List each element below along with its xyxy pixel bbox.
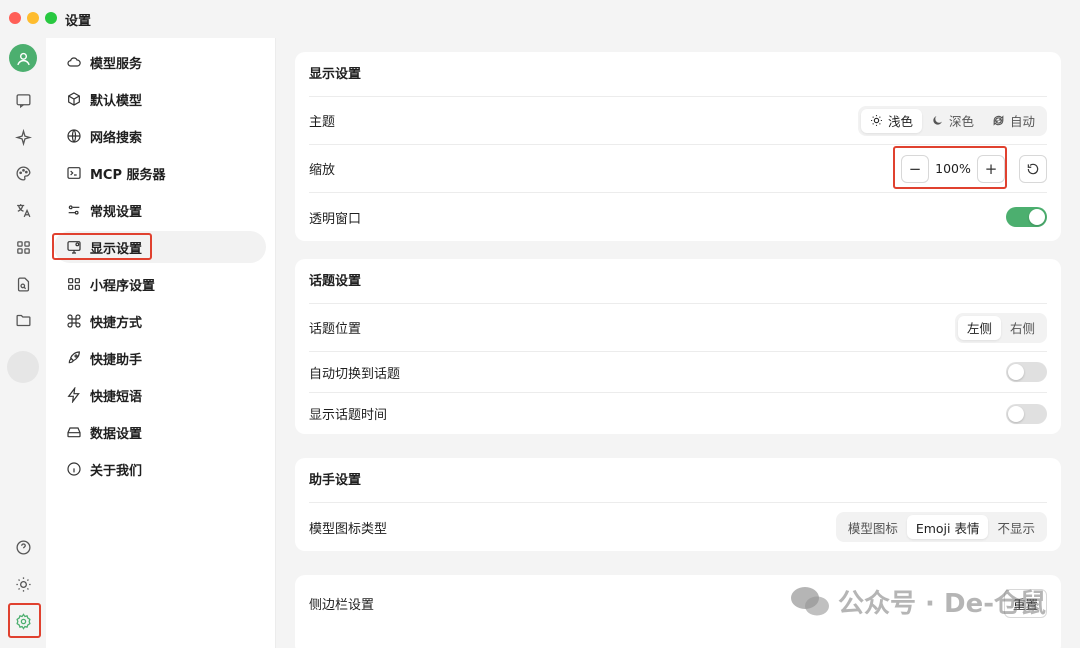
sidebar-item-default-model[interactable]: 默认模型 (54, 83, 266, 115)
close-window-button[interactable] (9, 12, 21, 24)
theme-segmented-control: 浅色 深色 自动 (857, 105, 1047, 136)
icon-type-none[interactable]: 不显示 (988, 515, 1044, 539)
info-icon (67, 462, 81, 476)
row-label: 透明窗口 (309, 211, 362, 227)
display-settings-card: 显示设置 主题 浅色 深色 自动 缩放 − 100% + 透明窗口 (295, 52, 1061, 241)
reset-icon (1027, 163, 1039, 174)
watermark: 公众号 · De-仓鼠 (790, 583, 1046, 620)
bolt-icon (67, 387, 80, 403)
topic-position-row: 话题位置 左侧 右侧 (309, 304, 1047, 352)
translate-icon[interactable] (9, 196, 37, 224)
transparent-window-toggle[interactable] (1006, 207, 1047, 227)
sparkle-icon[interactable] (9, 123, 37, 151)
theme-option-light[interactable]: 浅色 (860, 108, 922, 133)
sidebar-item-about[interactable]: 关于我们 (54, 453, 266, 485)
sidebar-item-shortcuts[interactable]: 快捷方式 (54, 305, 266, 337)
sidebar-item-label: 关于我们 (90, 463, 143, 479)
zoom-row: 缩放 − 100% + (309, 145, 1047, 193)
display-settings-highlight-box (52, 233, 152, 260)
sidebar-item-label: 快捷方式 (90, 315, 143, 331)
topic-position-right[interactable]: 右侧 (1001, 316, 1044, 340)
mini-app-placeholder[interactable] (7, 351, 39, 383)
doc-search-icon[interactable] (9, 270, 37, 298)
icon-rail (0, 38, 46, 648)
theme-option-auto[interactable]: 自动 (983, 109, 1044, 133)
sidebar-item-mini-app-settings[interactable]: 小程序设置 (54, 268, 266, 300)
palette-icon[interactable] (9, 159, 37, 187)
help-icon[interactable] (9, 533, 37, 561)
window-title: 设置 (65, 14, 92, 29)
show-topic-time-toggle[interactable] (1006, 403, 1047, 424)
minimize-window-button[interactable] (27, 12, 39, 24)
apps-grid-icon (68, 278, 80, 290)
row-label: 主题 (309, 115, 336, 130)
rocket-icon (68, 351, 80, 364)
sidebar-item-general-settings[interactable]: 常规设置 (54, 194, 266, 226)
transparent-window-row: 透明窗口 (309, 193, 1047, 241)
globe-icon (67, 129, 81, 143)
sidebar-item-label: 数据设置 (90, 426, 143, 442)
sun-icon (871, 115, 882, 126)
row-label: 显示话题时间 (309, 408, 388, 423)
theme-row: 主题 浅色 深色 自动 (309, 97, 1047, 145)
sidebar-item-label: 小程序设置 (90, 278, 156, 294)
settings-content: 显示设置 主题 浅色 深色 自动 缩放 − 100% + 透明窗口 话题设置 话… (276, 38, 1080, 648)
sidebar-item-data-settings[interactable]: 数据设置 (54, 416, 266, 448)
sidebar-item-quick-assistant[interactable]: 快捷助手 (54, 342, 266, 374)
sidebar-item-label: 快捷助手 (90, 352, 143, 368)
zoom-control: − 100% + (893, 145, 1047, 189)
sidebar-item-label: 快捷短语 (90, 389, 143, 405)
sidebar-item-label: 模型服务 (90, 56, 143, 72)
topic-position-segmented-control: 左侧 右侧 (954, 312, 1047, 343)
moon-icon (933, 116, 942, 125)
sidebar-item-label: 常规设置 (90, 204, 143, 220)
icon-type-model[interactable]: 模型图标 (839, 515, 907, 539)
drive-icon (67, 427, 81, 438)
row-label: 自动切换到话题 (309, 366, 401, 382)
sync-icon (993, 115, 1004, 126)
cube-icon (68, 92, 80, 106)
apps-grid-icon[interactable] (9, 233, 37, 261)
card-title: 助手设置 (309, 458, 1047, 503)
row-label: 话题位置 (309, 322, 362, 337)
model-icon-type-segmented-control: 模型图标 Emoji 表情 不显示 (835, 512, 1047, 542)
sidebar-item-label: 网络搜索 (90, 130, 143, 146)
user-avatar-icon[interactable] (9, 44, 37, 72)
icon-type-emoji[interactable]: Emoji 表情 (906, 515, 989, 539)
wechat-icon (791, 586, 829, 615)
terminal-icon (67, 167, 81, 179)
settings-highlight-box (8, 603, 41, 638)
sidebar-item-mcp-servers[interactable]: MCP 服务器 (54, 157, 266, 189)
show-topic-time-row: 显示话题时间 (309, 393, 1047, 434)
topic-position-left[interactable]: 左侧 (957, 315, 1001, 340)
sidebar-item-quick-phrases[interactable]: 快捷短语 (54, 379, 266, 411)
card-title: 显示设置 (309, 52, 1047, 97)
title-bar: 设置 (0, 0, 1080, 38)
auto-switch-topic-row: 自动切换到话题 (309, 352, 1047, 393)
model-icon-type-row: 模型图标类型 模型图标 Emoji 表情 不显示 (309, 503, 1047, 551)
theme-option-dark[interactable]: 深色 (922, 109, 983, 133)
row-label: 模型图标类型 (309, 521, 388, 537)
sidebar-item-label: MCP 服务器 (90, 167, 166, 183)
zoom-window-button[interactable] (45, 12, 57, 24)
watermark-text: 公众号 · De-仓鼠 (838, 589, 1046, 619)
sidebar-item-web-search[interactable]: 网络搜索 (54, 120, 266, 152)
settings-sidebar: 模型服务 默认模型 网络搜索 MCP 服务器 常规设置 显示设置 小程序设置 快… (46, 38, 276, 648)
auto-switch-topic-toggle[interactable] (1006, 362, 1047, 382)
assistant-settings-card: 助手设置 模型图标类型 模型图标 Emoji 表情 不显示 (295, 458, 1061, 551)
zoom-reset-button[interactable] (1019, 154, 1047, 183)
card-title: 侧边栏设置 (309, 598, 375, 613)
folder-icon[interactable] (9, 306, 37, 334)
cloud-icon (67, 57, 81, 67)
command-icon (67, 314, 81, 328)
card-title: 话题设置 (309, 259, 1047, 304)
zoom-highlight-box (893, 145, 1007, 189)
row-label: 缩放 (309, 163, 336, 178)
sidebar-item-model-service[interactable]: 模型服务 (54, 46, 266, 78)
sidebar-item-label: 默认模型 (90, 93, 143, 109)
chat-icon[interactable] (9, 86, 37, 114)
sliders-icon (68, 205, 80, 215)
sun-icon[interactable] (9, 570, 37, 598)
topic-settings-card: 话题设置 话题位置 左侧 右侧 自动切换到话题 显示话题时间 (295, 259, 1061, 434)
